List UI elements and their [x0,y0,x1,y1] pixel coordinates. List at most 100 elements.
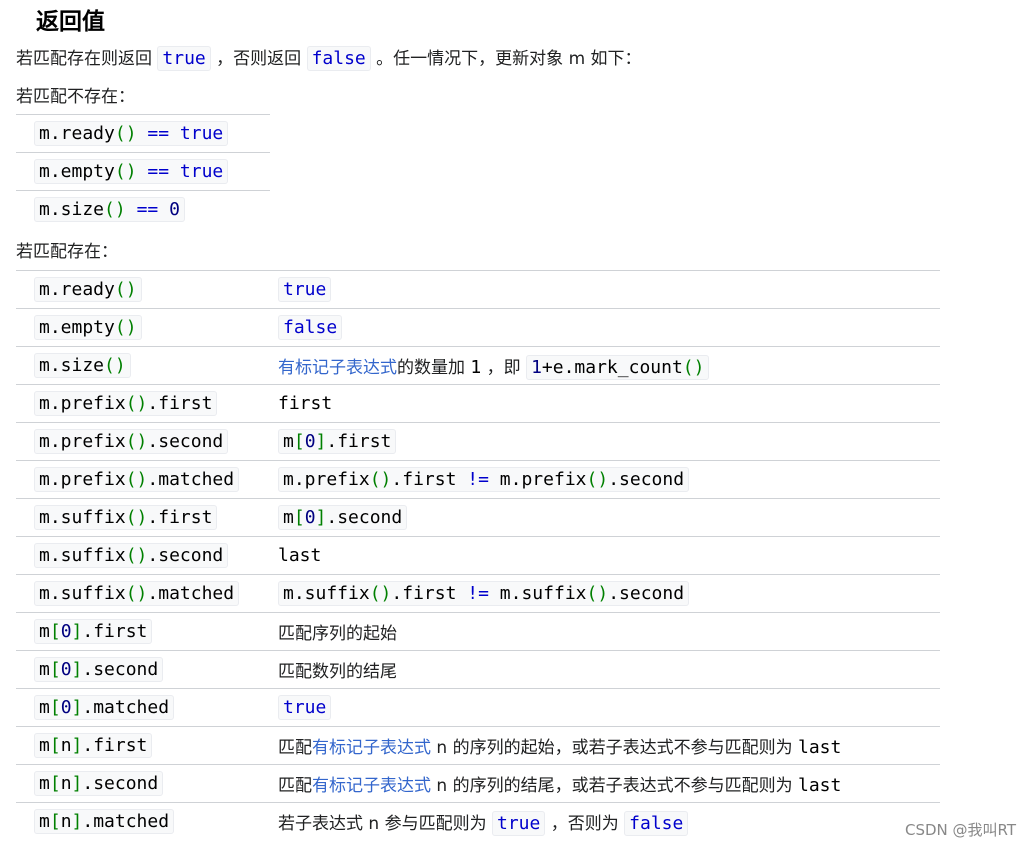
table-row: m.size() 有标记子表达式的数量加 1 ，即 1+e.mark_count… [16,346,940,385]
code-expr: m[n].matched [34,809,175,834]
not-exist-table: m.ready() == true m.empty() == true m.si… [16,114,270,228]
code-num: 0 [304,507,316,528]
code-expr: m.prefix().matched [34,467,240,492]
code-member: .second [326,507,403,528]
code-paren: () [125,583,148,604]
code-value: 0 [169,199,180,220]
value-text: 的数量加 [397,358,465,378]
table-row: m[n].second 匹配有标记子表达式 n 的序列的结尾，或若子表达式不参与… [16,764,940,803]
code-name: m [39,735,50,756]
table-cell-key: m.suffix().matched [16,574,278,613]
code-member: .first [391,583,457,604]
code-name: m [39,773,50,794]
table-cell-key: m.ready() [16,270,278,309]
table-cell-value: 匹配有标记子表达式 n 的序列的结尾，或若子表达式不参与匹配则为 last [278,764,940,803]
code-name: m.prefix [39,431,126,452]
code-name: m.ready [39,279,115,300]
marked-subexpression-link[interactable]: 有标记子表达式 [312,776,431,796]
value-text: 的序列的起始，或若子表达式不参与匹配则为 [452,738,793,758]
code-bracket: [ [49,621,61,642]
table-cell-key: m.size() [16,346,278,385]
code-member: .second [608,469,685,490]
table-cell-key: m.suffix().second [16,536,278,575]
code-bracket: ] [71,621,83,642]
code-bracket: [ [49,659,61,680]
code-bracket: ] [71,735,83,756]
code-value: true [179,123,224,144]
value-text: 的序列的结尾，或若子表达式不参与匹配则为 [452,776,793,796]
code-num: 0 [304,431,316,452]
table-row: m.suffix().second last [16,536,940,575]
table-cell-key: m[n].second [16,764,278,803]
code-member: .second [608,583,685,604]
code-expr: 1+e.mark_count() [526,355,710,380]
code-name: m [39,697,50,718]
section-heading: 返回值 [36,9,105,35]
code-paren: () [682,357,705,378]
table-cell: m.empty() == true [16,152,270,191]
intro-text-1: 若匹配存在则返回 [16,49,152,69]
code-op: == [147,123,170,144]
marked-subexpression-link[interactable]: 有标记子表达式 [278,358,397,378]
table-row: m[n].matched 若子表达式 n 参与匹配则为 true ，否则为 fa… [16,802,940,840]
table-cell-value: m[0].first [278,422,940,461]
code-name: m.ready [39,123,115,144]
code-bracket: [ [293,507,305,528]
code-value: true [278,277,332,302]
code-index: n [60,773,72,794]
code-name: m.suffix [39,507,126,528]
code-paren: () [114,123,137,144]
table-cell-value: false [278,308,940,347]
code-op: != [467,469,489,490]
code-expr: m.empty() [34,315,142,340]
value-plain: last [798,775,842,796]
code-member: .first [147,507,213,528]
value-text: 匹配序列的起始 [278,624,397,644]
code-expr: m.prefix().first [34,391,218,416]
code-paren: () [104,355,126,376]
code-num: 0 [60,659,72,680]
code-op: == [147,161,170,182]
code-expr: m.ready() [34,277,142,302]
code-expr: m.suffix().second [34,543,229,568]
code-expr: m.prefix().second [34,429,229,454]
marked-subexpression-link[interactable]: 有标记子表达式 [312,738,431,758]
table-row: m[n].first 匹配有标记子表达式 n 的序列的起始，或若子表达式不参与匹… [16,726,940,765]
code-member: .matched [82,697,170,718]
code-value: false [278,315,343,340]
code-paren: () [114,317,137,338]
table-cell-value: last [278,536,940,575]
table-cell-key: m.prefix().second [16,422,278,461]
code-expr: m.size() == 0 [34,197,185,222]
table-cell-value: m.suffix().first != m.suffix().second [278,574,940,613]
code-bracket: ] [71,697,83,718]
table-row: m.suffix().matched m.suffix().first != m… [16,574,940,613]
code-paren: () [369,583,392,604]
code-paren: () [114,161,137,182]
code-expr: m[n].second [34,771,164,796]
code-member: .matched [147,469,235,490]
table-cell: m.ready() == true [16,114,270,153]
table-cell-value: true [278,688,940,727]
code-bracket: ] [71,659,83,680]
code-op: != [467,583,489,604]
code-name: m.empty [39,317,115,338]
code-expr: m.empty() == true [34,159,229,184]
table-cell-value: 匹配有标记子表达式 n 的序列的起始，或若子表达式不参与匹配则为 last [278,726,940,765]
exist-label: 若匹配存在： [16,242,118,262]
code-expr: m[0].first [278,429,397,454]
code-name: m.prefix [283,469,370,490]
code-member: .second [82,659,159,680]
table-cell-value: true [278,270,940,309]
value-var: n [368,814,380,834]
watermark: CSDN @我叫RT [904,821,1016,839]
code-name: m [283,431,294,452]
table-cell-value: 若子表达式 n 参与匹配则为 true ，否则为 false [278,802,940,840]
table-row: m[0].first 匹配序列的起始 [16,612,940,651]
table-cell-value: m[0].second [278,498,940,537]
table-cell-key: m[0].first [16,612,278,651]
code-name: m [283,507,294,528]
code-bracket: [ [293,431,305,452]
table-cell-key: m[0].matched [16,688,278,727]
table-row: m[0].second 匹配数列的结尾 [16,650,940,689]
